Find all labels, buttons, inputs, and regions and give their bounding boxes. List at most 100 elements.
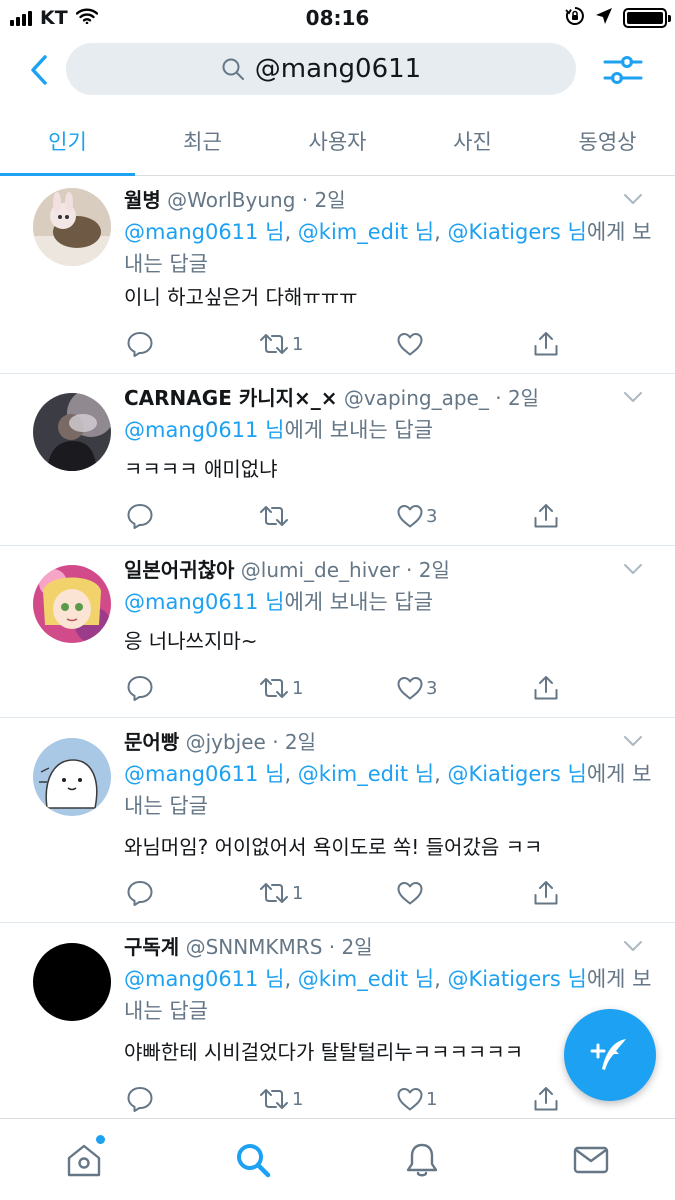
mention-link[interactable]: @mang0611 xyxy=(124,762,258,786)
mail-icon xyxy=(573,1146,608,1173)
reply-button[interactable] xyxy=(126,877,156,909)
tweet[interactable]: 일본어귀찮아 @lumi_de_hiver · 2일 @mang0611 님에게… xyxy=(0,546,675,718)
compose-tweet-button[interactable] xyxy=(564,1009,656,1101)
search-tabs: 인기 최근 사용자 사진 동영상 xyxy=(0,106,675,176)
retweet-button[interactable] xyxy=(258,500,292,532)
search-filter-button[interactable] xyxy=(600,48,646,92)
search-input[interactable]: @mang0611 xyxy=(66,43,576,95)
chevron-down-icon[interactable] xyxy=(623,734,643,748)
share-icon xyxy=(534,332,558,356)
bell-icon xyxy=(406,1143,438,1176)
mention-link[interactable]: @kim_edit xyxy=(298,967,408,991)
share-button[interactable] xyxy=(532,328,560,360)
nav-notifications[interactable] xyxy=(338,1119,507,1200)
retweet-count: 1 xyxy=(292,333,304,355)
like-button[interactable] xyxy=(396,328,426,360)
nav-messages[interactable] xyxy=(506,1119,675,1200)
avatar[interactable] xyxy=(33,393,111,471)
search-results-screen: KT 08:16 @mang0611 인기 최근 사용자 사진 동영상 월병 @… xyxy=(0,0,675,1200)
tweet-time: 2일 xyxy=(314,188,346,212)
orientation-lock-icon xyxy=(565,6,585,30)
avatar[interactable] xyxy=(33,565,111,643)
chevron-down-icon[interactable] xyxy=(623,390,643,404)
mention-link[interactable]: @mang0611 xyxy=(124,590,258,614)
author-name[interactable]: 구독계 xyxy=(124,935,179,959)
tab-latest[interactable]: 최근 xyxy=(135,106,270,175)
author-name[interactable]: 일본어귀찮아 xyxy=(124,558,234,582)
search-icon xyxy=(222,58,244,80)
avatar[interactable] xyxy=(33,738,111,816)
heart-icon xyxy=(397,677,423,700)
author-handle[interactable]: @lumi_de_hiver xyxy=(241,558,400,582)
search-icon xyxy=(237,1143,271,1177)
tab-videos[interactable]: 동영상 xyxy=(540,106,675,175)
retweet-button[interactable]: 1 xyxy=(258,1083,303,1115)
tweet[interactable]: 월병 @WorlByung · 2일 @mang0611 님, @kim_edi… xyxy=(0,176,675,374)
chevron-down-icon[interactable] xyxy=(623,939,643,953)
author-name[interactable]: CARNAGE 카니지×_× xyxy=(124,386,338,410)
author-name[interactable]: 월병 xyxy=(124,188,161,212)
mention-link[interactable]: @kim_edit xyxy=(298,220,408,244)
tweet-actions: 1 xyxy=(124,877,564,909)
tab-top[interactable]: 인기 xyxy=(0,106,135,176)
like-button[interactable]: 1 xyxy=(396,1083,437,1115)
retweet-count: 1 xyxy=(292,677,304,699)
mention-link[interactable]: @Kiatigers xyxy=(447,762,560,786)
like-count: 3 xyxy=(426,677,438,699)
heart-icon xyxy=(397,505,423,528)
share-icon xyxy=(534,1087,558,1111)
tweet-actions: 1 xyxy=(124,328,564,360)
back-button[interactable] xyxy=(22,48,56,92)
retweet-button[interactable]: 1 xyxy=(258,877,303,909)
tab-people[interactable]: 사용자 xyxy=(270,106,405,175)
reply-button[interactable] xyxy=(126,328,156,360)
tweet-text: 응 너나쓰지마~ xyxy=(124,629,258,653)
retweet-icon xyxy=(260,506,288,526)
avatar[interactable] xyxy=(33,943,111,1021)
mention-link[interactable]: @mang0611 xyxy=(124,220,258,244)
author-handle[interactable]: @jybjee xyxy=(186,730,266,754)
tweet[interactable]: 구독계 @SNNMKMRS · 2일 @mang0611 님, @kim_edi… xyxy=(0,923,675,1118)
nav-search[interactable] xyxy=(169,1119,338,1200)
tweet[interactable]: CARNAGE 카니지×_× @vaping_ape_ · 2일 @mang06… xyxy=(0,374,675,546)
retweet-button[interactable]: 1 xyxy=(258,672,303,704)
author-name[interactable]: 문어빵 xyxy=(124,730,179,754)
share-button[interactable] xyxy=(532,877,560,909)
tweet[interactable]: 문어빵 @jybjee · 2일 @mang0611 님, @kim_edit … xyxy=(0,718,675,923)
share-button[interactable] xyxy=(532,1083,560,1115)
reply-icon xyxy=(127,504,153,529)
like-button[interactable]: 3 xyxy=(396,672,437,704)
like-button[interactable] xyxy=(396,877,426,909)
chevron-down-icon[interactable] xyxy=(623,562,643,576)
author-handle[interactable]: @WorlByung xyxy=(167,188,295,212)
reply-icon xyxy=(127,332,153,357)
avatar[interactable] xyxy=(33,188,111,266)
share-button[interactable] xyxy=(532,500,560,532)
retweet-button[interactable]: 1 xyxy=(258,328,303,360)
mention-link[interactable]: @mang0611 xyxy=(124,967,258,991)
home-icon xyxy=(68,1144,101,1176)
mention-link[interactable]: @Kiatigers xyxy=(447,967,560,991)
battery-icon xyxy=(623,8,671,28)
reply-button[interactable] xyxy=(126,500,156,532)
author-handle[interactable]: @vaping_ape_ xyxy=(344,386,489,410)
author-handle[interactable]: @SNNMKMRS xyxy=(186,935,323,959)
chevron-down-icon[interactable] xyxy=(623,192,643,206)
reply-button[interactable] xyxy=(126,1083,156,1115)
reply-button[interactable] xyxy=(126,672,156,704)
like-button[interactable]: 3 xyxy=(396,500,437,532)
like-count: 3 xyxy=(426,505,438,527)
retweet-count: 1 xyxy=(292,882,304,904)
mention-link[interactable]: @kim_edit xyxy=(298,762,408,786)
heart-icon xyxy=(397,1088,423,1111)
location-icon xyxy=(595,7,613,29)
tab-photos[interactable]: 사진 xyxy=(405,106,540,175)
tweet-time: 2일 xyxy=(284,730,317,754)
tweet-time: 2일 xyxy=(341,935,373,959)
mention-link[interactable]: @mang0611 xyxy=(124,418,258,442)
mention-link[interactable]: @Kiatigers xyxy=(447,220,560,244)
share-button[interactable] xyxy=(532,672,560,704)
nav-home[interactable] xyxy=(0,1119,169,1200)
chevron-left-icon xyxy=(31,55,47,85)
search-header: @mang0611 xyxy=(0,34,675,106)
